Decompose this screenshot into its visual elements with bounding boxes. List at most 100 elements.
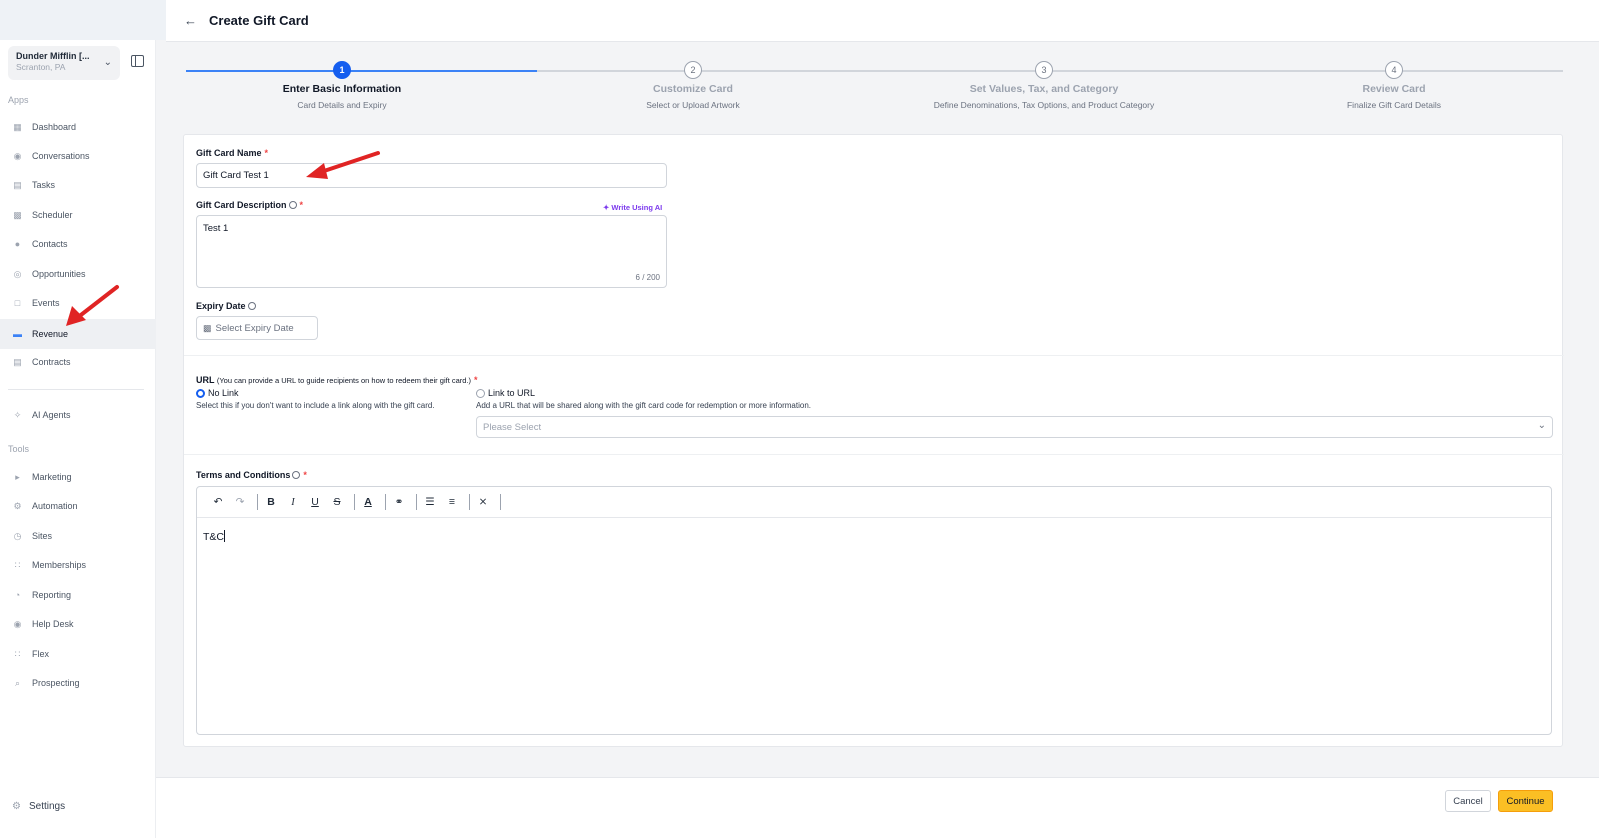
italic-icon[interactable]: I xyxy=(284,493,302,511)
character-count: 6 / 200 xyxy=(635,273,660,282)
numbered-list-icon[interactable]: ≡ xyxy=(443,493,461,511)
event-icon: □ xyxy=(14,298,21,308)
link-icon[interactable]: ⚭ xyxy=(390,493,408,511)
editor-content[interactable]: T&C xyxy=(203,530,225,543)
underline-icon[interactable]: U xyxy=(306,493,324,511)
help-icon: ◉ xyxy=(13,618,22,629)
page-header: ← Create Gift Card xyxy=(166,0,1599,42)
editor-toolbar: ↶ ↷ B I U S A ⚭ ☰ ≡ ⨯ xyxy=(197,487,1551,518)
radio-unselected[interactable] xyxy=(476,388,485,398)
terms-editor[interactable]: ↶ ↷ B I U S A ⚭ ☰ ≡ ⨯ T&C xyxy=(196,486,1552,735)
sidebar-item-ai-agents[interactable]: ✧ AI Agents xyxy=(0,401,156,429)
redo-icon[interactable]: ↷ xyxy=(231,493,249,511)
sidebar-divider xyxy=(8,389,144,390)
chevron-down-icon: ⌄ xyxy=(1537,420,1546,431)
description-text: Test 1 xyxy=(203,223,229,234)
sidebar-top-band xyxy=(0,0,166,40)
sidebar-item-marketing[interactable]: ▸ Marketing xyxy=(0,463,156,491)
card-icon: ▬ xyxy=(13,329,22,339)
target-icon: ◎ xyxy=(13,268,22,279)
sidebar-item-label: Dashboard xyxy=(32,122,77,132)
gift-card-name-input[interactable]: Gift Card Test 1 xyxy=(196,163,667,188)
clear-format-icon[interactable]: ⨯ xyxy=(474,493,492,511)
sidebar-item-tasks[interactable]: ▤ Tasks xyxy=(0,171,156,199)
label-text: Gift Card Description xyxy=(196,200,287,210)
expiry-date-picker[interactable]: ▩ Select Expiry Date xyxy=(196,316,318,340)
label-text: Gift Card Name xyxy=(196,148,262,158)
radio-no-link[interactable]: No Link xyxy=(196,388,239,398)
undo-icon[interactable]: ↶ xyxy=(209,493,227,511)
radio-link-to-url[interactable]: Link to URL xyxy=(476,388,535,398)
gears-icon: ⚙ xyxy=(13,500,22,511)
step-label: Customize Card xyxy=(653,83,733,95)
sidebar-item-contracts[interactable]: ▤ Contracts xyxy=(0,348,156,376)
step-label: Review Card xyxy=(1362,83,1426,95)
no-link-help: Select this if you don't want to include… xyxy=(196,401,435,410)
url-label: URL (You can provide a URL to guide reci… xyxy=(196,375,478,385)
url-select[interactable]: Please Select ⌄ xyxy=(476,416,1553,438)
gift-card-description-textarea[interactable]: Test 1 6 / 200 xyxy=(196,215,667,288)
sidebar-item-prospecting[interactable]: ⌕ Prospecting xyxy=(0,669,156,697)
calendar-icon: ▩ xyxy=(203,322,212,333)
sidebar-item-flex[interactable]: ∷ Flex xyxy=(0,640,156,668)
link-url-help: Add a URL that will be shared along with… xyxy=(476,401,811,410)
step-label: Enter Basic Information xyxy=(282,83,402,95)
step-2[interactable]: 2 Customize Card Select or Upload Artwor… xyxy=(573,61,813,110)
step-subtitle: Select or Upload Artwork xyxy=(646,100,740,110)
toolbar-separator xyxy=(354,494,355,510)
account-switcher[interactable]: Dunder Mifflin [... Scranton, PA ⌄ xyxy=(8,46,120,80)
account-location: Scranton, PA xyxy=(16,62,66,72)
sidebar-item-label: AI Agents xyxy=(32,410,71,420)
step-4[interactable]: 4 Review Card Finalize Gift Card Details xyxy=(1274,61,1514,110)
required-mark: * xyxy=(474,375,478,385)
sidebar-item-opportunities[interactable]: ◎ Opportunities xyxy=(0,260,156,288)
sidebar-item-conversations[interactable]: ◉ Conversations xyxy=(0,142,156,170)
radio-selected[interactable] xyxy=(196,388,205,398)
toolbar-separator xyxy=(385,494,386,510)
account-name: Dunder Mifflin [... xyxy=(16,51,90,61)
continue-button[interactable]: Continue xyxy=(1498,790,1553,812)
section-label-apps: Apps xyxy=(8,95,29,105)
sidebar-item-reporting[interactable]: ◔ Reporting xyxy=(0,581,156,609)
cancel-button[interactable]: Cancel xyxy=(1445,790,1491,812)
sidebar-item-label: Contracts xyxy=(32,357,71,367)
sidebar-item-label: Opportunities xyxy=(32,269,86,279)
bold-icon[interactable]: B xyxy=(262,493,280,511)
write-using-ai-button[interactable]: ✦ Write Using AI xyxy=(603,203,662,212)
toolbar-separator xyxy=(469,494,470,510)
back-arrow-icon[interactable]: ← xyxy=(184,13,197,28)
sidebar-item-settings[interactable]: ⚙ Settings xyxy=(12,801,65,812)
sidebar-item-revenue[interactable]: ▬ Revenue xyxy=(0,319,156,349)
step-1[interactable]: 1 Enter Basic Information Card Details a… xyxy=(222,61,462,110)
step-number: 3 xyxy=(1035,61,1053,79)
step-label: Set Values, Tax, and Category xyxy=(969,83,1119,95)
gear-icon: ⚙ xyxy=(12,801,21,812)
chevron-down-icon: ⌄ xyxy=(103,57,112,68)
sidebar-item-label: Sites xyxy=(32,531,53,541)
sidebar-item-help-desk[interactable]: ◉ Help Desk xyxy=(0,610,156,638)
sidebar-item-contacts[interactable]: ● Contacts xyxy=(0,230,156,258)
bullet-list-icon[interactable]: ☰ xyxy=(421,493,439,511)
sidebar-item-scheduler[interactable]: ▩ Scheduler xyxy=(0,201,156,229)
write-ai-label: Write Using AI xyxy=(611,203,663,212)
megaphone-icon: ▸ xyxy=(15,471,20,482)
globe-icon: ◷ xyxy=(13,530,22,541)
sparkle-icon: ✧ xyxy=(13,409,22,420)
sidebar-item-memberships[interactable]: ∷ Memberships xyxy=(0,551,156,579)
sidebar-item-dashboard[interactable]: ▦ Dashboard xyxy=(0,113,156,141)
sidebar-item-sites[interactable]: ◷ Sites xyxy=(0,522,156,550)
step-3[interactable]: 3 Set Values, Tax, and Category Define D… xyxy=(924,61,1164,110)
radio-label: Link to URL xyxy=(488,388,536,398)
step-subtitle: Define Denominations, Tax Options, and P… xyxy=(933,100,1155,110)
chat-icon: ◉ xyxy=(13,150,22,161)
section-label-tools: Tools xyxy=(8,444,30,454)
section-divider xyxy=(184,454,1564,455)
flex-icon: ∷ xyxy=(14,648,21,659)
sidebar-item-automation[interactable]: ⚙ Automation xyxy=(0,492,156,520)
sidebar-item-events[interactable]: □ Events xyxy=(0,289,156,317)
strikethrough-icon[interactable]: S xyxy=(328,493,346,511)
task-icon: ▤ xyxy=(13,179,22,190)
toolbar-separator xyxy=(416,494,417,510)
sidebar-toggle-icon[interactable] xyxy=(131,55,144,67)
text-color-icon[interactable]: A xyxy=(359,493,377,511)
